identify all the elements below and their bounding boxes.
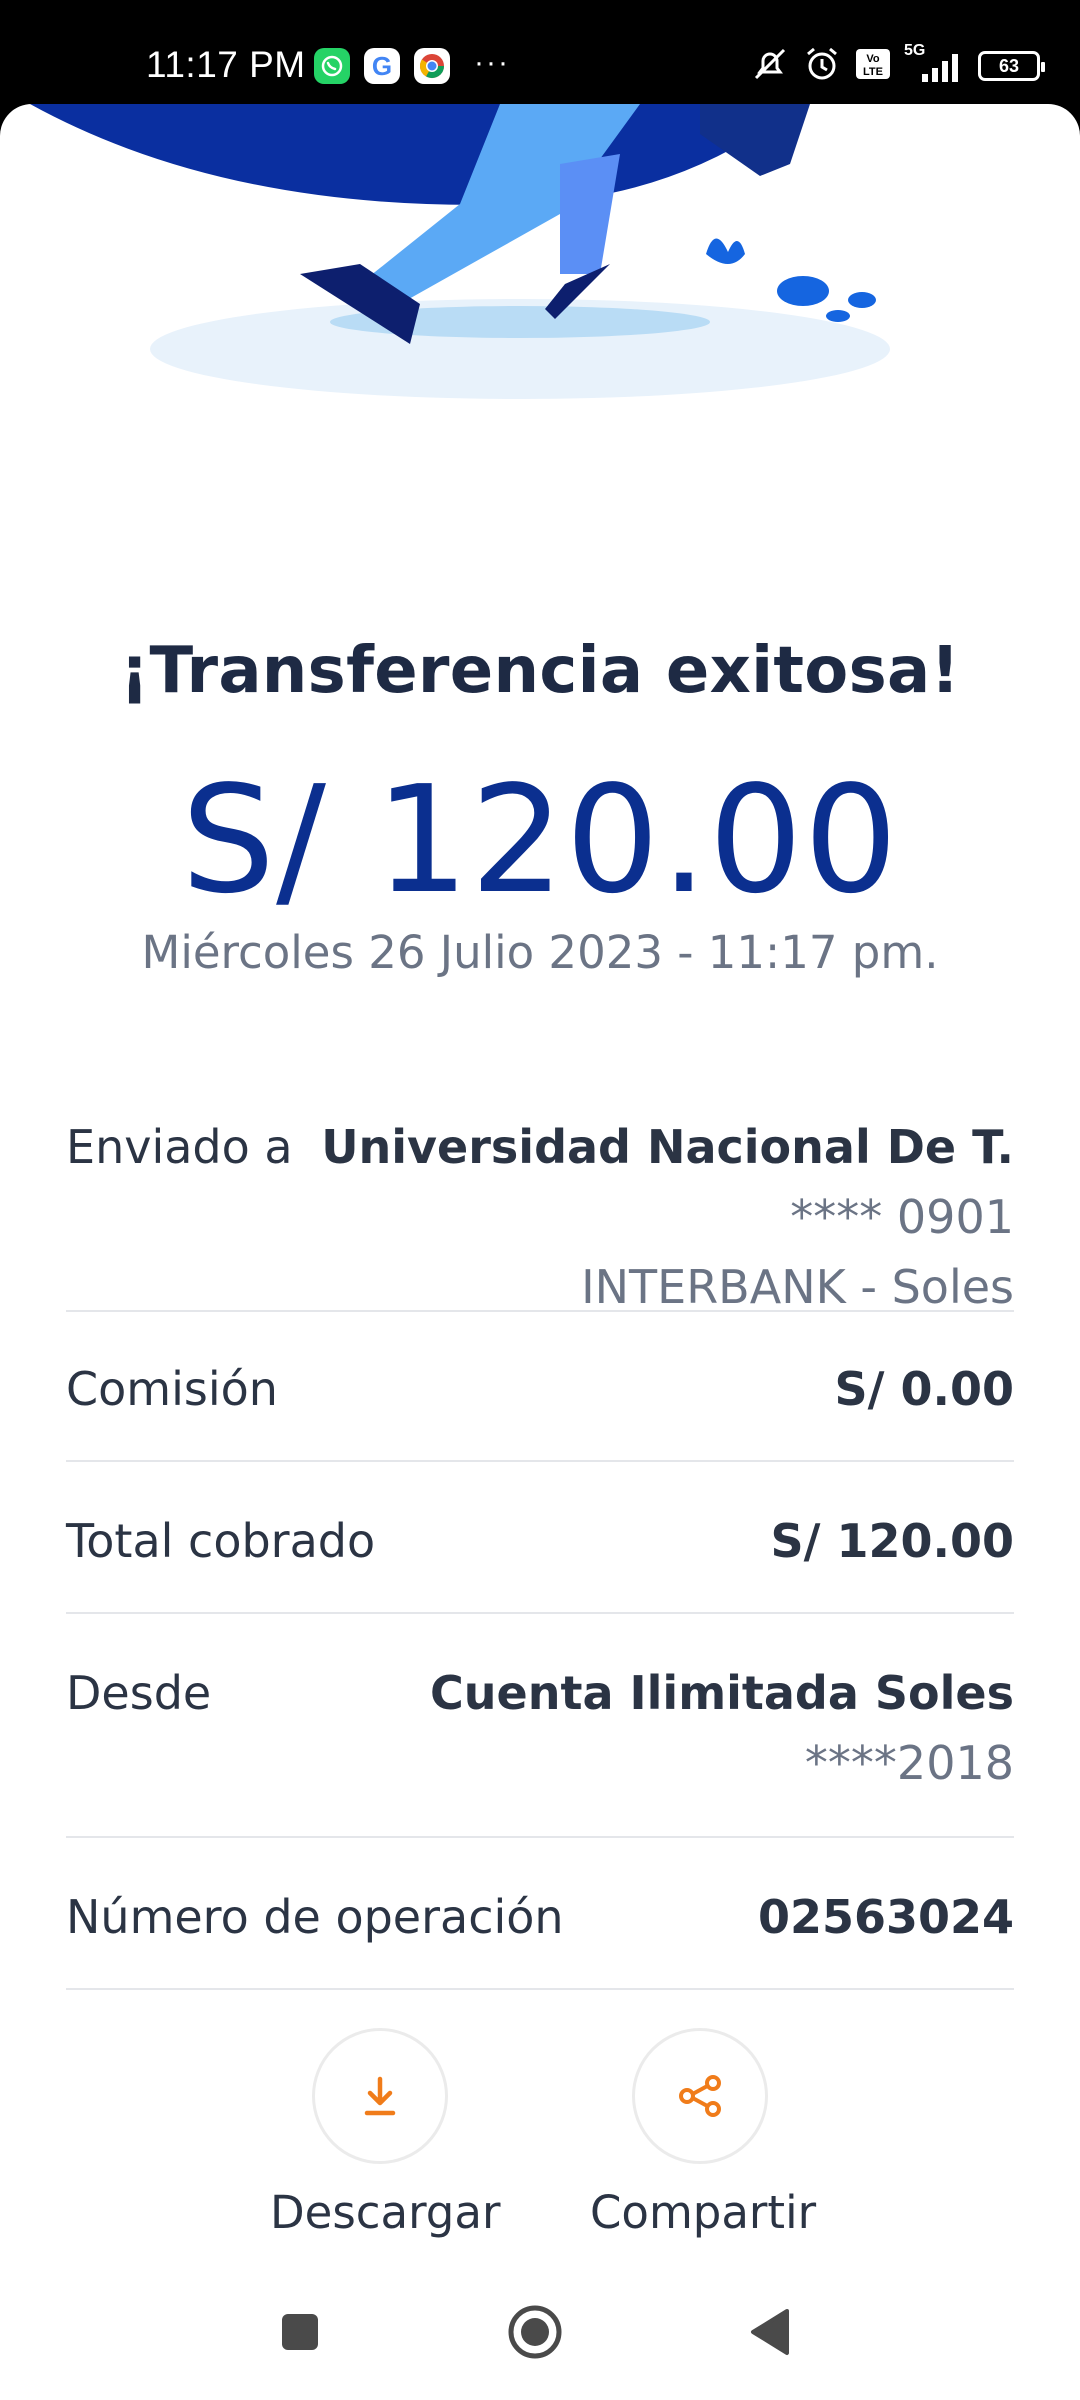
battery-level: 63 [998,55,1020,76]
back-icon [751,2309,789,2355]
share-label: Compartir [590,2186,817,2239]
recents-button[interactable] [260,2292,340,2372]
commission-row: Comisión S/ 0.00 [66,1312,1014,1462]
sent-to-row: Enviado a Universidad Nacional De T. ***… [66,1020,1014,1314]
sent-to-label: Enviado a [66,1120,293,1174]
receipt-sheet: ¡Transferencia exitosa! S/ 120.00 Miérco… [0,104,1080,2400]
status-bar: 11:17 PM G ··· Vo LTE 5G 63 [0,0,1080,110]
whatsapp-icon [314,48,350,84]
download-label: Descargar [270,2186,501,2239]
chrome-icon [414,48,450,84]
system-nav-bar [0,2270,1080,2400]
signal-icon: 5G [904,42,966,86]
from-row: Desde Cuenta Ilimitada Soles ****2018 [66,1614,1014,1838]
download-button[interactable] [312,2028,448,2164]
operation-label: Número de operación [66,1890,564,1944]
transfer-datetime: Miércoles 26 Julio 2023 - 11:17 pm. [141,926,939,979]
mute-icon [750,44,790,88]
system-icons: Vo LTE 5G 63 [750,42,1045,88]
recipient-account: **** 0901 [790,1190,1014,1244]
transfer-amount: S/ 120.00 [181,754,899,926]
share-button[interactable] [632,2028,768,2164]
transfer-details: Enviado a Universidad Nacional De T. ***… [66,1020,1014,1990]
google-icon: G [364,48,400,84]
network-type: 5G [904,42,926,59]
download-action[interactable]: Descargar [270,2028,501,2239]
total-label: Total cobrado [66,1514,376,1568]
back-button[interactable] [730,2292,810,2372]
from-label: Desde [66,1666,212,1720]
receipt-actions: Descargar Compartir [0,2028,1080,2258]
success-title: ¡Transferencia exitosa! [120,634,960,708]
share-icon [679,2075,721,2117]
success-illustration [30,104,890,399]
volte-icon: Vo LTE [854,47,892,85]
total-row: Total cobrado S/ 120.00 [66,1462,1014,1614]
operation-row: Número de operación 02563024 [66,1838,1014,1990]
more-notifications-icon: ··· [474,46,510,79]
home-icon [508,2305,562,2359]
total-value: S/ 120.00 [770,1514,1014,1568]
commission-label: Comisión [66,1362,278,1416]
download-icon [364,2076,396,2116]
recents-icon [282,2314,318,2350]
battery-icon: 63 [978,51,1045,81]
svg-text:LTE: LTE [863,66,883,78]
commission-value: S/ 0.00 [834,1362,1014,1416]
operation-number: 02563024 [757,1890,1014,1944]
notification-icons: G [314,48,450,84]
home-button[interactable] [495,2292,575,2372]
status-time: 11:17 PM [146,44,306,85]
svg-text:Vo: Vo [866,53,880,65]
recipient-name: Universidad Nacional De T. [321,1120,1014,1174]
alarm-icon [802,44,842,88]
source-account-name: Cuenta Ilimitada Soles [430,1666,1014,1720]
recipient-bank: INTERBANK - Soles [581,1260,1014,1314]
share-action[interactable]: Compartir [590,2028,817,2239]
source-account-number: ****2018 [804,1736,1014,1790]
